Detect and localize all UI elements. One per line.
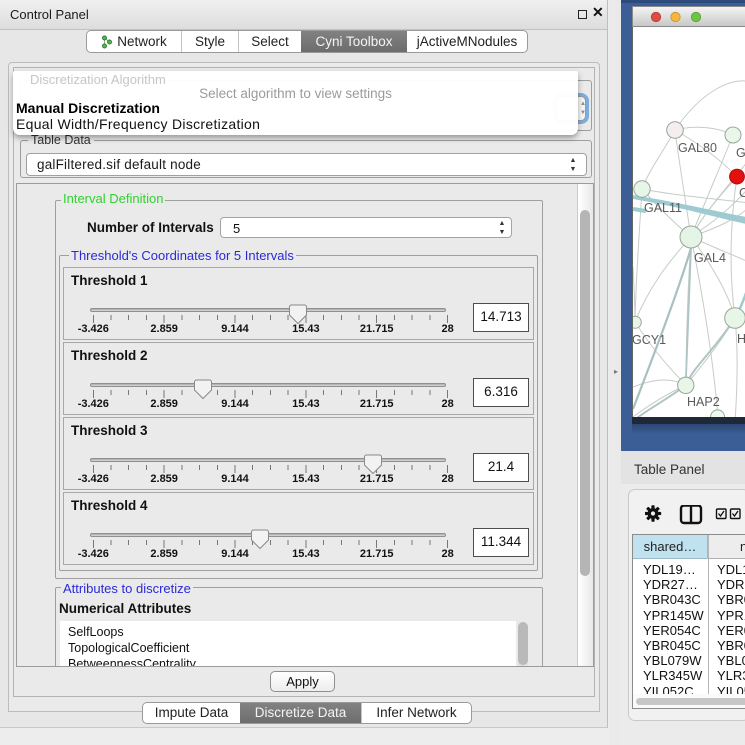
svg-text:GAL80: GAL80 <box>678 141 717 155</box>
svg-text:CY: CY <box>739 186 745 200</box>
svg-text:HX: HX <box>737 332 745 346</box>
svg-text:HAP2: HAP2 <box>687 395 720 409</box>
svg-text:GAL11: GAL11 <box>644 201 682 215</box>
svg-text:GCY1: GCY1 <box>633 333 666 347</box>
svg-text:GA: GA <box>736 146 745 160</box>
svg-text:GAL4: GAL4 <box>694 251 726 265</box>
